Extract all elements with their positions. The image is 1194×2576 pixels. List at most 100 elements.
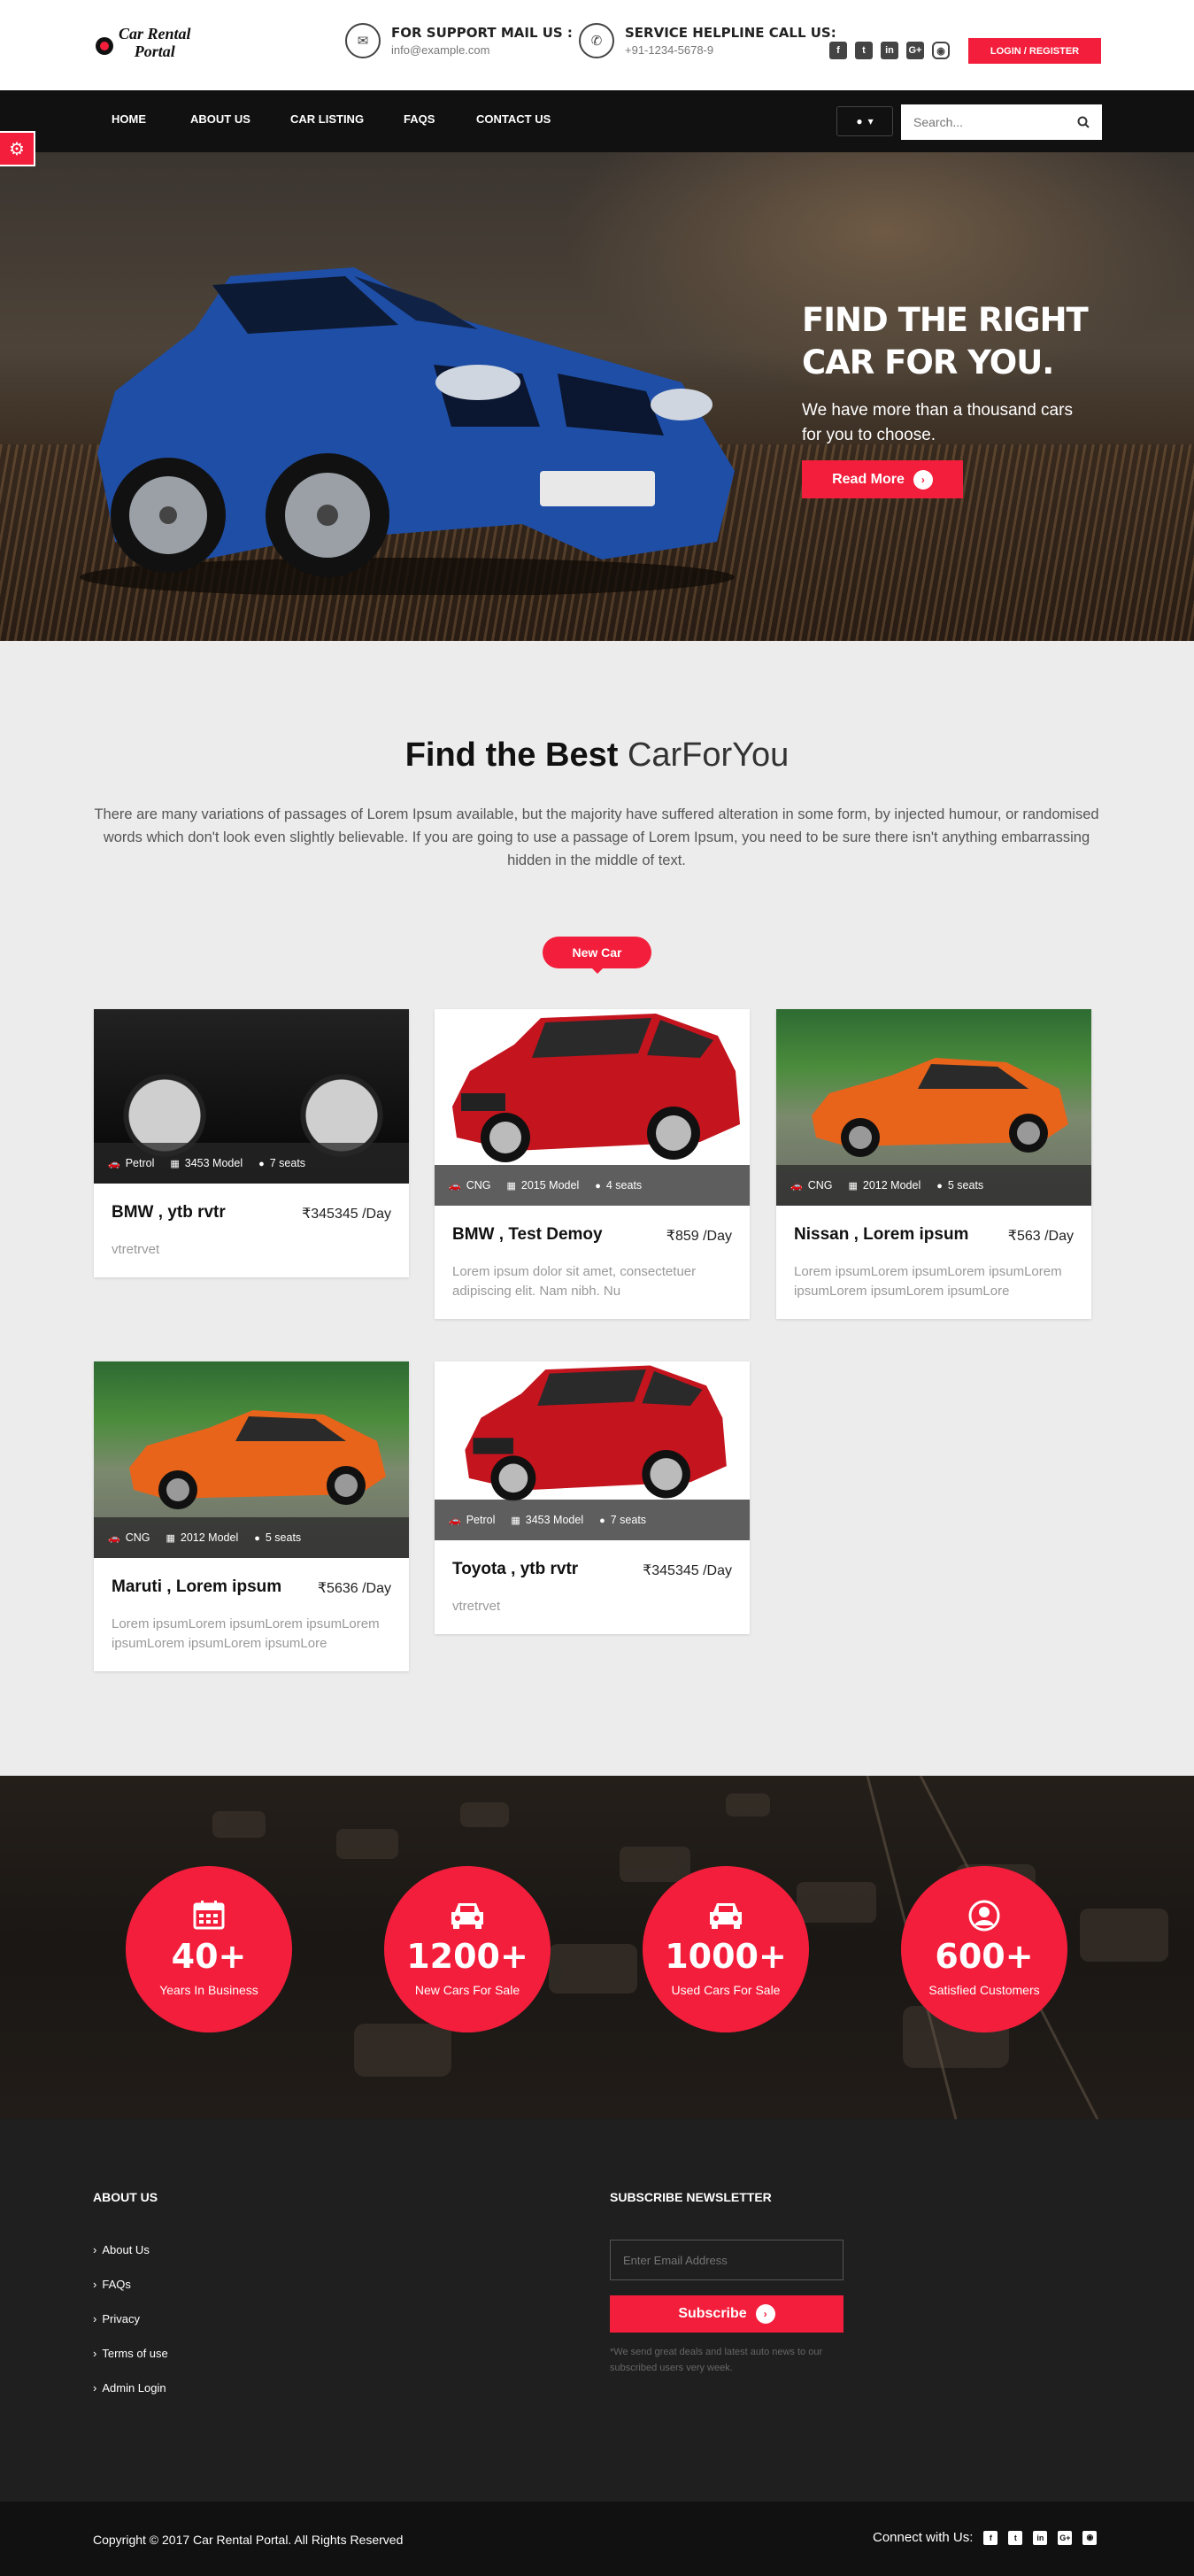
footer-link-faqs[interactable]: FAQs (93, 2278, 131, 2291)
car-card[interactable]: 🚗 Petrol ▦ 3453 Model ● 7 seats Toyota , yt… (435, 1361, 750, 1634)
car-price: ₹563 /Day (1007, 1229, 1074, 1244)
gear-icon[interactable]: ⚙ (0, 131, 35, 166)
support-email[interactable]: info@example.com (391, 43, 573, 57)
copyright-text: Copyright © 2017 Car Rental Portal. All … (93, 2533, 404, 2547)
helpline-title: SERVICE HELPLINE CALL US: (625, 25, 836, 41)
hero-banner: FIND THE RIGHT CAR FOR YOU. We have more… (0, 152, 1194, 641)
stat-number: 600+ (935, 1937, 1034, 1976)
car-card[interactable]: 🚗 CNG ▦ 2012 Model ● 5 seats Nissan , Lorem… (776, 1009, 1091, 1319)
calendar-icon: ▦ (170, 1159, 180, 1169)
car-model: 2012 Model (862, 1179, 921, 1192)
newsletter-note: *We send great deals and latest auto new… (610, 2347, 823, 2373)
footer-link-about-us[interactable]: About Us (93, 2243, 149, 2256)
connect-label: Connect with Us: (873, 2530, 974, 2545)
newsletter-title: SUBSCRIBE NEWSLETTER (610, 2190, 772, 2204)
car-meta: 🚗 CNG ▦ 2015 Model ● 4 seats (435, 1165, 750, 1206)
car-price: ₹859 /Day (666, 1229, 732, 1244)
car-meta: 🚗 CNG ▦ 2012 Model ● 5 seats (776, 1165, 1091, 1206)
car-icon (384, 1900, 551, 1932)
arrow-right-icon: › (913, 469, 933, 490)
car-seats: 4 seats (605, 1179, 643, 1192)
login-register-button[interactable]: LOGIN / REGISTER (968, 38, 1101, 64)
linkedin-icon[interactable]: in (1033, 2530, 1048, 2545)
car-image[interactable]: 🚗 Petrol ▦ 3453 Model ● 7 seats (94, 1009, 409, 1184)
linkedin-icon[interactable]: in (881, 42, 898, 59)
search-icon[interactable] (1073, 112, 1094, 133)
stat-number: 1200+ (406, 1937, 528, 1976)
subscribe-label: Subscribe (678, 2306, 747, 2321)
car-fuel: Petrol (125, 1157, 155, 1169)
stat-label: New Cars For Sale (414, 1983, 520, 1997)
nav-item-car-listing[interactable]: CAR LISTING (290, 112, 364, 126)
nav-item-faqs[interactable]: FAQS (404, 112, 435, 126)
user-icon: ● (599, 1516, 605, 1526)
car-icon: 🚗 (449, 1516, 461, 1526)
read-more-button[interactable]: Read More › (802, 460, 963, 498)
facebook-icon[interactable]: f (829, 42, 847, 59)
car-model: 3453 Model (184, 1157, 243, 1169)
facebook-icon[interactable]: f (983, 2530, 998, 2545)
search-input[interactable] (901, 104, 1102, 140)
car-price: ₹345345 /Day (302, 1207, 391, 1222)
car-description: vtretrvet (452, 1599, 501, 1614)
orange-sportscar-image (129, 1410, 386, 1509)
stat-label: Satisfied Customers (928, 1983, 1040, 1997)
car-card[interactable]: 🚗 Petrol ▦ 3453 Model ● 7 seats BMW , ytb r… (94, 1009, 409, 1277)
nav-item-home[interactable]: HOME (112, 112, 146, 126)
stat-new-cars: 1200+ New Cars For Sale (384, 1866, 551, 2032)
envelope-icon: ✉ (345, 23, 381, 58)
footer-link-privacy[interactable]: Privacy (93, 2312, 140, 2325)
car-icon: 🚗 (790, 1181, 803, 1192)
car-meta: 🚗 CNG ▦ 2012 Model ● 5 seats (94, 1517, 409, 1558)
nav-item-contact-us[interactable]: CONTACT US (476, 112, 551, 126)
car-icon (643, 1900, 809, 1932)
google-plus-icon[interactable]: G+ (906, 42, 924, 59)
car-description: Lorem ipsumLorem ipsumLorem ipsumLorem i… (794, 1264, 1062, 1299)
twitter-icon[interactable]: t (1008, 2530, 1023, 2545)
car-card[interactable]: 🚗 CNG ▦ 2015 Model ● 4 seats BMW , Test Dem… (435, 1009, 750, 1319)
twitter-icon[interactable]: t (855, 42, 873, 59)
user-icon: ● (936, 1181, 943, 1192)
support-mail: ✉ FOR SUPPORT MAIL US : info@example.com (345, 23, 573, 58)
tab-new-car[interactable]: New Car (543, 937, 651, 974)
footer-link-terms[interactable]: Terms of use (93, 2347, 167, 2360)
car-image[interactable]: 🚗 CNG ▦ 2015 Model ● 4 seats (435, 1009, 750, 1206)
car-name[interactable]: Maruti , Lorem ipsum (112, 1577, 281, 1596)
car-fuel: CNG (466, 1179, 491, 1192)
calendar-icon: ▦ (506, 1181, 516, 1192)
car-image[interactable]: 🚗 Petrol ▦ 3453 Model ● 7 seats (435, 1361, 750, 1540)
car-icon: 🚗 (108, 1533, 120, 1544)
car-description: vtretrvet (112, 1242, 160, 1257)
subscribe-button[interactable]: Subscribe › (610, 2295, 844, 2333)
instagram-icon[interactable]: ◉ (1082, 2530, 1098, 2545)
car-name[interactable]: Nissan , Lorem ipsum (794, 1225, 968, 1244)
newsletter-email-input[interactable] (610, 2240, 844, 2280)
car-description: Lorem ipsumLorem ipsumLorem ipsumLorem i… (112, 1616, 380, 1651)
stat-number: 40+ (171, 1937, 247, 1976)
helpline-number[interactable]: +91-1234-5678-9 (625, 43, 836, 57)
car-meta: 🚗 Petrol ▦ 3453 Model ● 7 seats (94, 1143, 409, 1184)
car-card[interactable]: 🚗 CNG ▦ 2012 Model ● 5 seats Maruti , Lorem… (94, 1361, 409, 1671)
car-name[interactable]: BMW , ytb rvtr (112, 1203, 226, 1222)
car-model: 2012 Model (180, 1531, 239, 1544)
car-description: Lorem ipsum dolor sit amet, consectetuer… (452, 1264, 697, 1299)
car-image[interactable]: 🚗 CNG ▦ 2012 Model ● 5 seats (94, 1361, 409, 1558)
google-plus-icon[interactable]: G+ (1058, 2530, 1073, 2545)
nav-item-about-us[interactable]: ABOUT US (190, 112, 250, 126)
car-image[interactable]: 🚗 CNG ▦ 2012 Model ● 5 seats (776, 1009, 1091, 1206)
car-name[interactable]: Toyota , ytb rvtr (452, 1560, 578, 1578)
arrow-right-icon: › (755, 2304, 775, 2324)
footer-link-admin-login[interactable]: Admin Login (93, 2381, 166, 2395)
social-icons: f t in G+ ◉ (829, 42, 950, 59)
instagram-icon[interactable]: ◉ (932, 42, 950, 59)
stat-satisfied-customers: 600+ Satisfied Customers (901, 1866, 1067, 2032)
read-more-label: Read More (832, 471, 905, 487)
hero-car-image (80, 267, 735, 595)
section-title-light: CarForYou (627, 737, 790, 774)
car-seats: 7 seats (269, 1157, 306, 1169)
site-logo[interactable]: Car Rental Portal (96, 25, 191, 60)
car-name[interactable]: BMW , Test Demoy (452, 1225, 603, 1244)
calendar-icon: ▦ (166, 1533, 175, 1544)
user-menu-button[interactable]: ● ▾ (836, 106, 893, 136)
stat-label: Years In Business (159, 1983, 258, 1997)
